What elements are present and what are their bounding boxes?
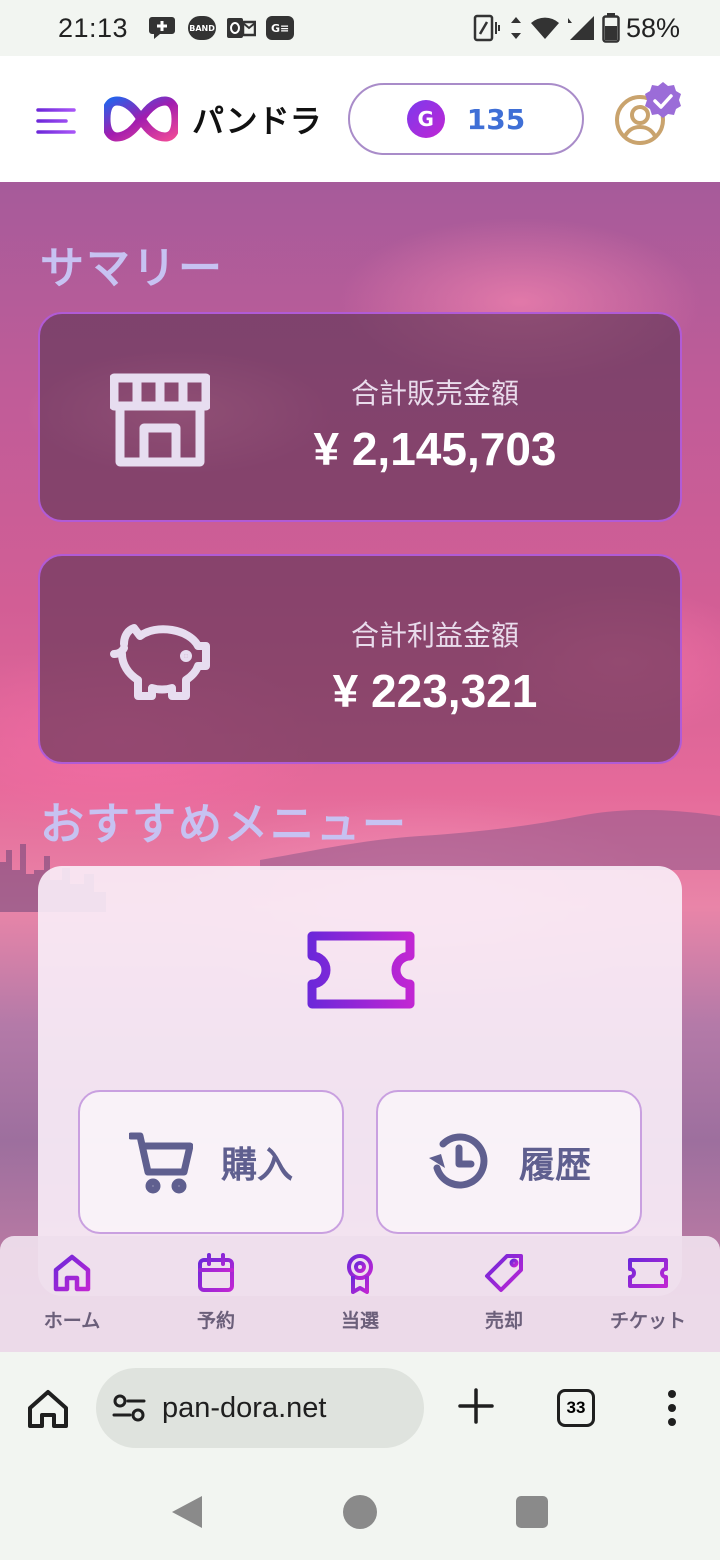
piggy-bank-icon: [110, 624, 210, 700]
ge-icon: G≡: [266, 16, 295, 40]
notification-icons: BAND G≡: [148, 14, 295, 42]
recommended-ticket-card: 購入 履歴: [38, 866, 682, 1296]
g-coin-icon: G: [406, 100, 445, 138]
chat-plus-icon: [149, 17, 176, 39]
cart-icon: [128, 1132, 193, 1194]
tab-switcher-button[interactable]: 33: [557, 1389, 595, 1427]
status-bar: 21:13 BAND G≡ 58%: [0, 0, 720, 56]
site-settings-icon[interactable]: [112, 1393, 146, 1423]
band-icon-label: BAND: [189, 23, 215, 33]
tab-count: 33: [566, 1398, 586, 1417]
nav-sell-label: 売却: [484, 1310, 523, 1332]
verified-badge-icon: [645, 82, 681, 118]
award-icon: [347, 1254, 373, 1294]
history-label: 履歴: [518, 1145, 591, 1186]
battery-icon: [602, 13, 620, 43]
system-navigation: [0, 1464, 720, 1560]
total-sales-card: 合計販売金額 ¥ 2,145,703: [38, 312, 682, 522]
nav-winning[interactable]: 当選: [288, 1236, 432, 1352]
nav-ticket[interactable]: チケット: [576, 1236, 720, 1352]
outlook-icon: [227, 18, 257, 38]
summary-title: サマリー: [40, 243, 224, 294]
url-text: pan-dora.net: [162, 1391, 327, 1424]
wifi-icon: [530, 17, 559, 39]
system-home-button[interactable]: [343, 1495, 377, 1529]
bottom-nav: ホーム 予約 当選 売却 チケット: [0, 1236, 720, 1352]
status-time: 21:13: [58, 12, 129, 43]
data-arrows-icon: [510, 17, 521, 39]
recent-apps-button[interactable]: [516, 1496, 548, 1528]
status-right: 58%: [472, 13, 680, 44]
history-button[interactable]: 履歴: [376, 1090, 642, 1234]
app-header: パンドラ G 135: [0, 56, 720, 182]
nav-sell[interactable]: 売却: [432, 1236, 576, 1352]
buy-label: 購入: [220, 1145, 293, 1186]
battery-percent: 58%: [625, 12, 680, 43]
recommended-menu-title: おすすめメニュー: [40, 799, 408, 850]
tag-icon: [485, 1254, 523, 1292]
pandora-logo-icon: [104, 96, 178, 142]
nav-reservation[interactable]: 予約: [144, 1236, 288, 1352]
history-icon: [428, 1133, 488, 1189]
g-coin-letter: G: [417, 107, 434, 131]
buy-ticket-button[interactable]: 購入: [78, 1090, 344, 1234]
new-tab-icon[interactable]: [456, 1386, 496, 1426]
browser-toolbar: pan-dora.net 33: [0, 1352, 720, 1464]
signal-icon: [567, 16, 594, 40]
home-icon: [53, 1254, 91, 1292]
address-bar[interactable]: pan-dora.net: [96, 1368, 424, 1448]
ticket-icon: [307, 931, 415, 1009]
back-icon[interactable]: [170, 1494, 204, 1530]
nav-reservation-label: 予約: [196, 1310, 235, 1332]
more-options-icon[interactable]: [660, 1388, 684, 1428]
store-icon: [110, 373, 210, 467]
nav-ticket-label: チケット: [609, 1310, 686, 1332]
browser-home-icon[interactable]: [26, 1388, 70, 1430]
total-sales-value: ¥ 2,145,703: [313, 423, 557, 475]
total-profit-label: 合計利益金額: [350, 619, 519, 652]
total-profit-card: 合計利益金額 ¥ 223,321: [38, 554, 682, 764]
calendar-icon: [198, 1253, 234, 1292]
nav-winning-label: 当選: [340, 1310, 379, 1332]
hamburger-menu-icon[interactable]: [36, 106, 76, 136]
nav-home-label: ホーム: [43, 1310, 101, 1332]
points-balance-button[interactable]: G 135: [348, 83, 584, 155]
nav-home[interactable]: ホーム: [0, 1236, 144, 1352]
total-profit-value: ¥ 223,321: [332, 665, 538, 717]
total-sales-label: 合計販売金額: [350, 377, 519, 410]
ticket-icon: [628, 1258, 668, 1288]
band-icon: BAND: [188, 16, 217, 40]
ge-icon-label: G≡: [270, 21, 290, 35]
brand-name: パンドラ: [192, 102, 322, 140]
points-value: 135: [466, 102, 526, 136]
nfc-icon: [473, 14, 500, 42]
